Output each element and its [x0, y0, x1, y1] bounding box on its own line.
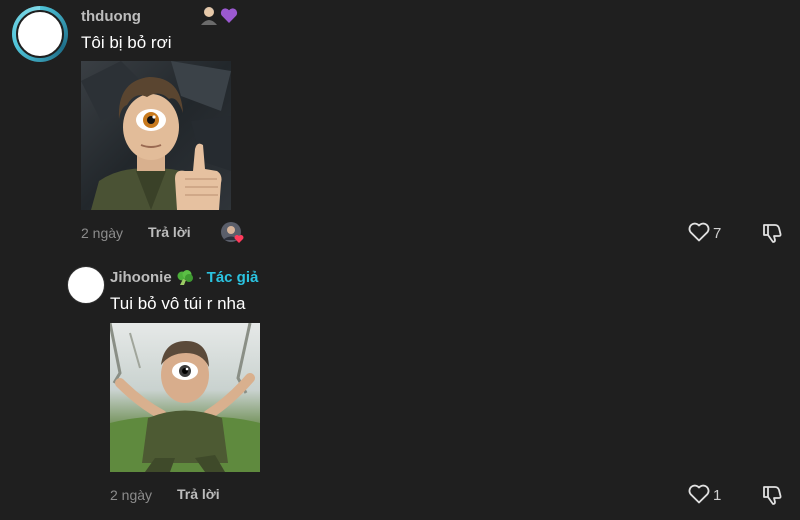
broccoli-emoji-icon: [176, 269, 194, 286]
author-badge: Tác giả: [206, 269, 259, 286]
comment-time: 2 ngày: [81, 225, 124, 241]
purple-heart-icon: [220, 7, 238, 24]
reply-like-count: 1: [713, 487, 722, 504]
thumbs-down-outline-icon[interactable]: [761, 222, 783, 244]
commenter-avatar[interactable]: [12, 6, 68, 62]
reply-text: Tui bỏ vô túi r nha: [110, 294, 246, 313]
heart-outline-icon[interactable]: [688, 222, 710, 242]
reply-button[interactable]: Trả lời: [148, 224, 191, 240]
reply-avatar[interactable]: [67, 266, 105, 304]
reply-time: 2 ngày: [110, 487, 153, 503]
comment-photo[interactable]: [81, 61, 231, 210]
reply-username[interactable]: Jihoonie: [110, 269, 172, 286]
heart-outline-icon[interactable]: [688, 484, 710, 504]
like-count: 7: [713, 225, 722, 242]
separator-dot: ·: [197, 269, 203, 286]
thumbs-down-outline-icon[interactable]: [761, 484, 783, 506]
creator-liked-avatar: [220, 221, 246, 245]
reply-header: Jihoonie · Tác giả: [110, 269, 258, 286]
comment-username[interactable]: thduong: [81, 8, 141, 25]
comment-text: Tôi bị bỏ rơi: [81, 33, 172, 52]
person-emoji-icon: [200, 6, 218, 26]
reply-photo[interactable]: [110, 323, 260, 472]
reply-reply-button[interactable]: Trả lời: [177, 486, 220, 502]
